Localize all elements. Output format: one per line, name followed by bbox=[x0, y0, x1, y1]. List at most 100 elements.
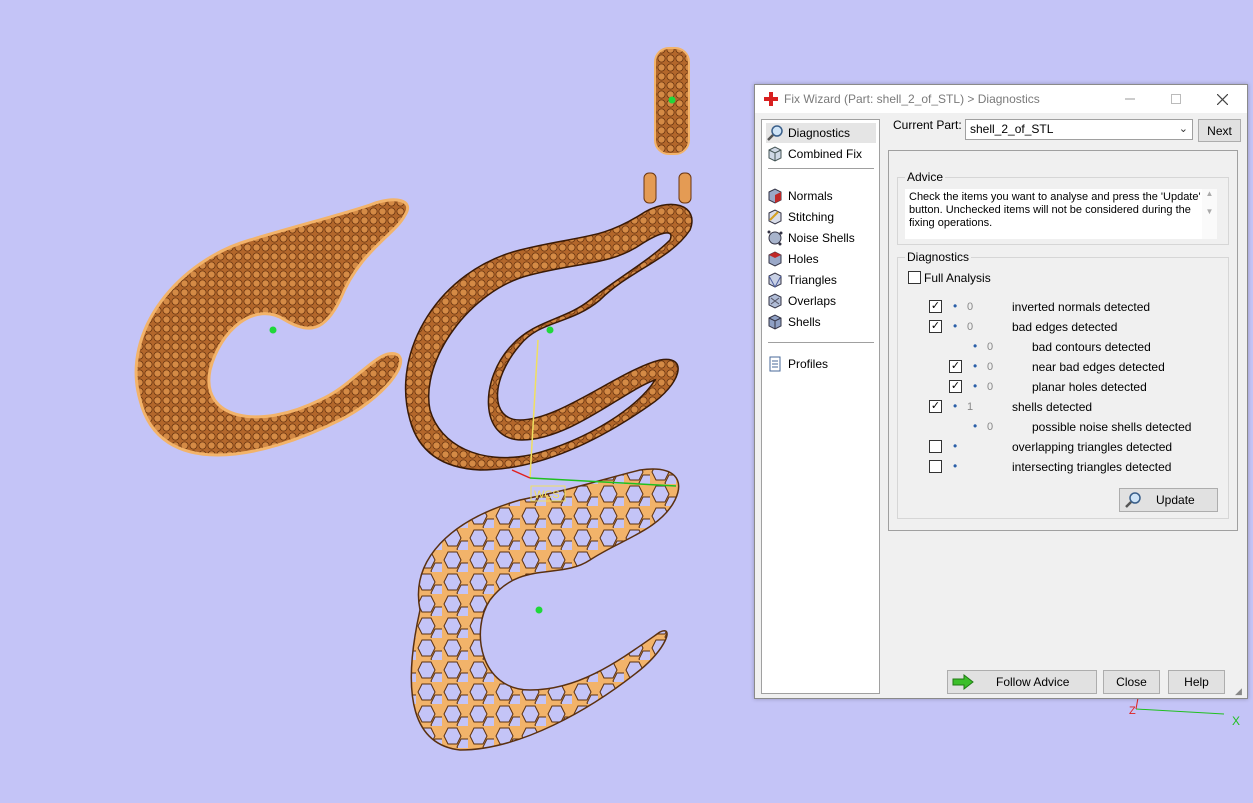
nav-label: Triangles bbox=[788, 273, 837, 287]
nav-label: Stitching bbox=[788, 210, 835, 224]
chevron-down-icon: ⌄ bbox=[1178, 123, 1188, 135]
close-icon bbox=[1216, 93, 1228, 105]
current-part-select[interactable]: shell_2_of_STL ⌄ bbox=[965, 119, 1193, 140]
bullet: • bbox=[973, 419, 978, 433]
row-label: possible noise shells detected bbox=[1032, 420, 1192, 434]
arrow-right-icon bbox=[952, 674, 974, 690]
triangles-icon bbox=[768, 272, 782, 289]
wizard-nav: Diagnostics Combined Fix Normals Stitchi… bbox=[761, 119, 880, 694]
update-label: Update bbox=[1156, 493, 1195, 507]
bullet: • bbox=[973, 339, 978, 353]
close-window-button[interactable] bbox=[1199, 85, 1245, 113]
row-count: 0 bbox=[987, 341, 994, 353]
bullet: • bbox=[953, 459, 958, 473]
nav-item-combined-fix[interactable]: Combined Fix bbox=[766, 144, 862, 164]
nav-item-holes[interactable]: Holes bbox=[766, 249, 819, 269]
row-label: near bad edges detected bbox=[1032, 360, 1165, 374]
nav-label: Diagnostics bbox=[788, 126, 851, 140]
row-count: 0 bbox=[967, 301, 974, 313]
fix-wizard-dialog: Fix Wizard (Part: shell_2_of_STL) > Diag… bbox=[754, 84, 1248, 699]
intersecting-triangles-checkbox[interactable] bbox=[929, 460, 942, 473]
wcs-label: WCS bbox=[534, 489, 560, 501]
red-cross-icon bbox=[764, 92, 778, 106]
overlapping-triangles-checkbox[interactable] bbox=[929, 440, 942, 453]
row-count: 1 bbox=[967, 401, 974, 413]
bullet: • bbox=[973, 359, 978, 373]
nav-label: Holes bbox=[788, 252, 819, 266]
minimize-button[interactable] bbox=[1107, 85, 1153, 113]
nav-label: Combined Fix bbox=[788, 147, 863, 161]
bullet: • bbox=[953, 299, 958, 313]
nav-item-noise-shells[interactable]: Noise Shells bbox=[766, 228, 855, 248]
nav-item-profiles[interactable]: Profiles bbox=[766, 354, 828, 374]
window-title: Fix Wizard (Part: shell_2_of_STL) > Diag… bbox=[784, 92, 1040, 106]
near-bad-edges-checkbox[interactable]: ✓ bbox=[949, 360, 962, 373]
close-button[interactable]: Close bbox=[1103, 670, 1160, 694]
nav-item-stitching[interactable]: Stitching bbox=[766, 207, 834, 227]
model-letter-middle bbox=[404, 203, 693, 471]
magnifier-icon bbox=[767, 125, 783, 141]
help-button[interactable]: Help bbox=[1168, 670, 1225, 694]
nav-item-normals[interactable]: Normals bbox=[766, 186, 833, 206]
shells-cube-icon bbox=[768, 314, 782, 330]
document-icon bbox=[769, 356, 781, 372]
maximize-icon bbox=[1171, 94, 1181, 104]
model-letter-honeycomb bbox=[410, 468, 680, 751]
row-label: bad contours detected bbox=[1032, 340, 1151, 354]
nav-label: Shells bbox=[788, 315, 821, 329]
full-analysis-label: Full Analysis bbox=[924, 271, 991, 285]
current-part-value: shell_2_of_STL bbox=[970, 122, 1054, 136]
bullet: • bbox=[973, 379, 978, 393]
bad-edges-checkbox[interactable]: ✓ bbox=[929, 320, 942, 333]
full-analysis-checkbox[interactable] bbox=[908, 271, 921, 284]
follow-advice-label: Follow Advice bbox=[996, 675, 1070, 689]
row-count: 0 bbox=[987, 361, 994, 373]
nav-divider bbox=[768, 168, 874, 169]
nav-label: Overlaps bbox=[788, 294, 837, 308]
inverted-normals-checkbox[interactable]: ✓ bbox=[929, 300, 942, 313]
advice-scrollbar[interactable]: ▲ ▼ bbox=[1202, 189, 1217, 239]
noise-shells-icon bbox=[767, 230, 783, 246]
stitching-cube-icon bbox=[768, 209, 782, 225]
row-label: inverted normals detected bbox=[1012, 300, 1151, 314]
advice-text: Check the items you want to analyse and … bbox=[905, 189, 1205, 239]
nav-label: Noise Shells bbox=[788, 231, 855, 245]
nav-item-diagnostics[interactable]: Diagnostics bbox=[766, 123, 876, 143]
nav-divider bbox=[768, 342, 874, 343]
row-count: 0 bbox=[987, 421, 994, 433]
nav-label: Normals bbox=[788, 189, 833, 203]
nav-item-triangles[interactable]: Triangles bbox=[766, 270, 837, 290]
next-button[interactable]: Next bbox=[1198, 119, 1241, 142]
axis-x-label: X bbox=[1232, 714, 1241, 728]
row-label: bad edges detected bbox=[1012, 320, 1118, 334]
update-button[interactable]: Update bbox=[1119, 488, 1218, 512]
resize-grip-icon[interactable]: ◢ bbox=[1235, 686, 1245, 696]
overlaps-icon bbox=[768, 293, 782, 309]
advice-title: Advice bbox=[905, 170, 946, 184]
shells-checkbox[interactable]: ✓ bbox=[929, 400, 942, 413]
row-count: 0 bbox=[967, 321, 974, 333]
holes-cube-icon bbox=[768, 251, 782, 267]
bullet: • bbox=[953, 319, 958, 333]
row-label: shells detected bbox=[1012, 400, 1093, 414]
diagnostics-title: Diagnostics bbox=[905, 250, 972, 264]
follow-advice-button[interactable]: Follow Advice bbox=[947, 670, 1097, 694]
normals-cube-icon bbox=[768, 188, 782, 204]
nav-item-overlaps[interactable]: Overlaps bbox=[766, 291, 836, 311]
cube-icon bbox=[768, 146, 782, 162]
mini-axes bbox=[1135, 697, 1225, 715]
title-bar[interactable]: Fix Wizard (Part: shell_2_of_STL) > Diag… bbox=[755, 85, 1247, 113]
row-label: intersecting triangles detected bbox=[1012, 460, 1172, 474]
row-label: planar holes detected bbox=[1032, 380, 1147, 394]
minimize-icon bbox=[1125, 98, 1135, 100]
row-count: 0 bbox=[987, 381, 994, 393]
diagnostics-panel: Advice Check the items you want to analy… bbox=[888, 150, 1238, 531]
planar-holes-checkbox[interactable]: ✓ bbox=[949, 380, 962, 393]
magnifier-icon bbox=[1125, 492, 1141, 508]
nav-item-shells[interactable]: Shells bbox=[766, 312, 821, 332]
axis-z-label: Z bbox=[1129, 705, 1136, 717]
maximize-button[interactable] bbox=[1153, 85, 1199, 113]
bullet: • bbox=[953, 439, 958, 453]
current-part-label: Current Part: bbox=[893, 118, 962, 132]
model-letter-left bbox=[134, 198, 409, 457]
